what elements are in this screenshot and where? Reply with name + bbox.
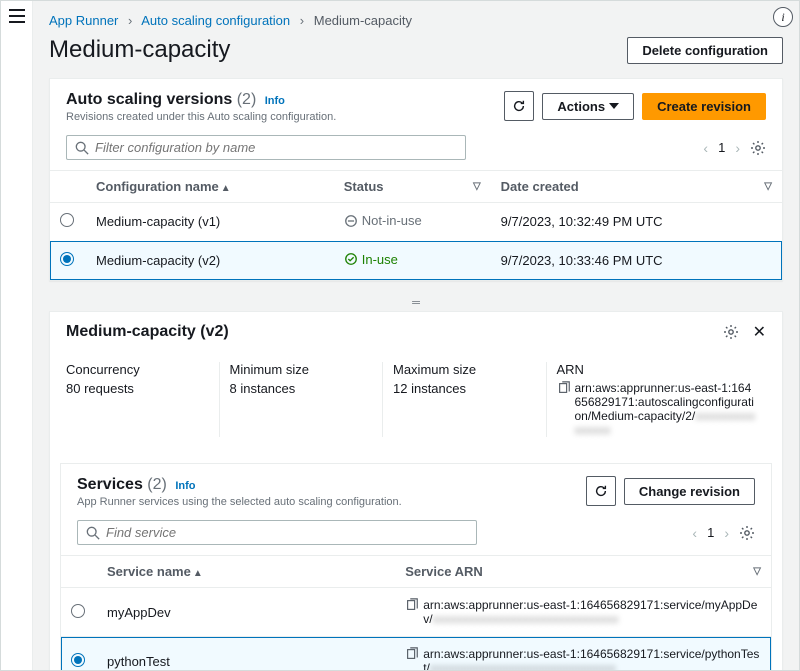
page-title: Medium-capacity [49, 36, 230, 64]
search-icon [75, 141, 89, 155]
col-service-arn[interactable]: Service ARN▽ [395, 556, 771, 588]
refresh-icon [512, 99, 526, 113]
col-status[interactable]: Status▽ [334, 171, 491, 203]
prev-page-button[interactable]: ‹ [703, 140, 708, 156]
row-radio[interactable] [60, 213, 74, 227]
services-filter-input[interactable] [77, 520, 477, 545]
page-number: 1 [707, 525, 714, 540]
status-badge: Not-in-use [344, 213, 422, 228]
versions-panel: Auto scaling versions (2) Info Revisions… [49, 78, 783, 281]
prev-page-button[interactable]: ‹ [692, 525, 697, 541]
breadcrumb-link-apprunner[interactable]: App Runner [49, 13, 118, 28]
info-icon[interactable]: i [773, 7, 793, 27]
versions-subtitle: Revisions created under this Auto scalin… [66, 111, 336, 123]
sort-dropdown-icon: ▽ [764, 181, 772, 192]
breadcrumb: App Runner › Auto scaling configuration … [49, 11, 783, 30]
service-arn-value: arn:aws:apprunner:us-east-1:164656829171… [423, 647, 761, 670]
resize-handle[interactable]: ═ [49, 295, 783, 311]
detail-title: Medium-capacity (v2) [66, 323, 229, 341]
chevron-down-icon [609, 103, 619, 109]
breadcrumb-current: Medium-capacity [314, 13, 412, 28]
services-panel: Services (2) Info App Runner services us… [60, 463, 772, 670]
services-title: Services [77, 476, 143, 493]
sort-dropdown-icon: ▽ [753, 566, 761, 577]
arn-value: arn:aws:apprunner:us-east-1:164656829171… [575, 381, 757, 437]
col-config-name[interactable]: Configuration name▲ [86, 171, 334, 203]
refresh-button[interactable] [586, 476, 616, 506]
services-info-link[interactable]: Info [175, 480, 195, 492]
min-size-label: Minimum size [230, 362, 373, 377]
services-subtitle: App Runner services using the selected a… [77, 496, 402, 508]
sort-dropdown-icon: ▽ [473, 181, 481, 192]
copy-icon[interactable] [405, 647, 419, 661]
concurrency-label: Concurrency [66, 362, 209, 377]
services-count: (2) [147, 476, 167, 493]
table-row[interactable]: myAppDev arn:aws:apprunner:us-east-1:164… [61, 588, 771, 637]
copy-icon[interactable] [557, 381, 571, 395]
detail-panel: Medium-capacity (v2) ✕ Concurrency 80 re… [49, 311, 783, 670]
sort-asc-icon: ▲ [193, 568, 203, 579]
status-badge: In-use [344, 252, 398, 267]
next-page-button[interactable]: › [724, 525, 729, 541]
max-size-label: Maximum size [393, 362, 536, 377]
search-icon [86, 526, 100, 540]
delete-configuration-button[interactable]: Delete configuration [627, 37, 783, 64]
max-size-value: 12 instances [393, 381, 536, 396]
refresh-icon [594, 484, 608, 498]
service-arn-value: arn:aws:apprunner:us-east-1:164656829171… [423, 598, 761, 626]
copy-icon[interactable] [405, 598, 419, 612]
versions-title: Auto scaling versions [66, 91, 232, 108]
in-use-icon [344, 252, 358, 266]
col-date[interactable]: Date created▽ [491, 171, 782, 203]
settings-icon[interactable] [739, 525, 755, 541]
not-in-use-icon [344, 214, 358, 228]
row-radio[interactable] [71, 604, 85, 618]
refresh-button[interactable] [504, 91, 534, 121]
versions-table: Configuration name▲ Status▽ Date created… [50, 170, 782, 280]
arn-label: ARN [557, 362, 757, 377]
settings-icon[interactable] [750, 140, 766, 156]
min-size-value: 8 instances [230, 381, 373, 396]
table-row[interactable]: pythonTest arn:aws:apprunner:us-east-1:1… [61, 637, 771, 671]
concurrency-value: 80 requests [66, 381, 209, 396]
settings-icon[interactable] [723, 324, 739, 340]
row-radio[interactable] [71, 653, 85, 667]
versions-info-link[interactable]: Info [265, 95, 285, 107]
col-service-name[interactable]: Service name▲ [97, 556, 395, 588]
next-page-button[interactable]: › [735, 140, 740, 156]
services-table: Service name▲ Service ARN▽ myAppDev arn:… [61, 555, 771, 670]
actions-dropdown[interactable]: Actions [542, 93, 634, 120]
breadcrumb-link-autoscaling[interactable]: Auto scaling configuration [141, 13, 290, 28]
sort-asc-icon: ▲ [221, 183, 231, 194]
versions-count: (2) [237, 91, 257, 108]
change-revision-button[interactable]: Change revision [624, 478, 755, 505]
close-icon[interactable]: ✕ [753, 322, 766, 342]
create-revision-button[interactable]: Create revision [642, 93, 766, 120]
row-radio[interactable] [60, 252, 74, 266]
table-row[interactable]: Medium-capacity (v2) In-use 9/7/2023, 10… [50, 241, 782, 280]
versions-filter-input[interactable] [66, 135, 466, 160]
page-number: 1 [718, 140, 725, 155]
nav-toggle-icon[interactable] [9, 9, 25, 23]
table-row[interactable]: Medium-capacity (v1) Not-in-use 9/7/2023… [50, 203, 782, 242]
